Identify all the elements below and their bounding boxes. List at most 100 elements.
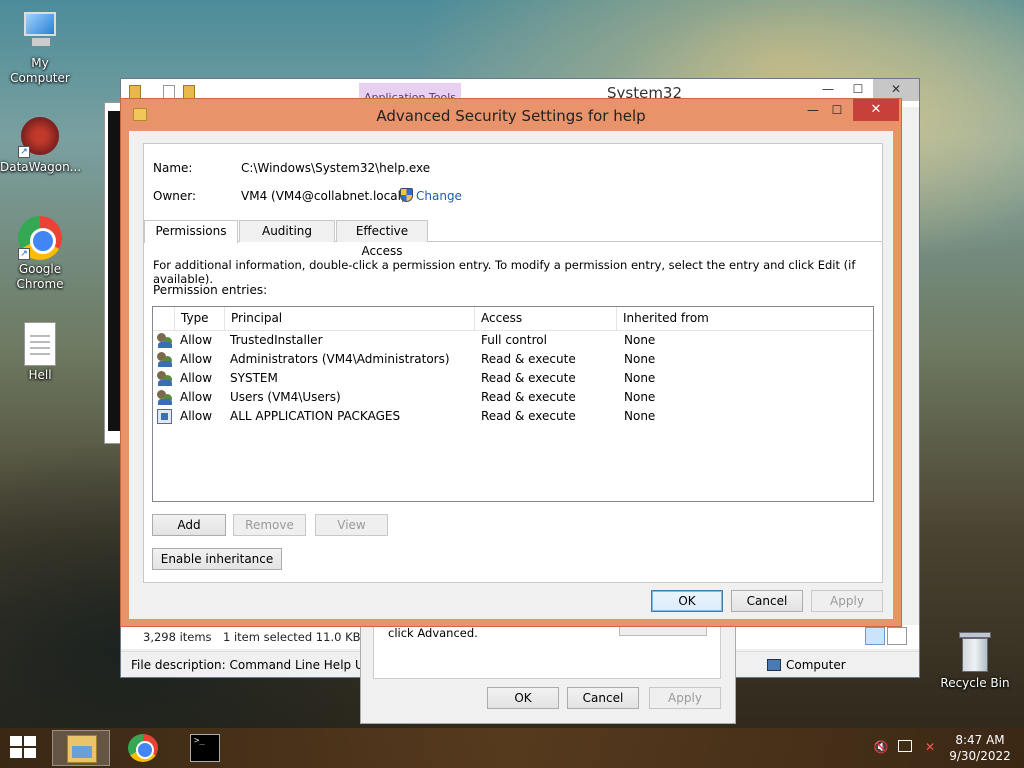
close-icon[interactable]: ✕ <box>853 99 899 121</box>
folder-icon <box>129 85 141 99</box>
large-icons-view-icon[interactable] <box>887 627 907 645</box>
entry-principal: Administrators (VM4\Administrators) <box>230 352 450 366</box>
tab-effective-access[interactable]: Effective Access <box>336 220 428 258</box>
entry-principal: SYSTEM <box>230 371 278 385</box>
name-value: C:\Windows\System32\help.exe <box>241 161 431 175</box>
permission-entry-row[interactable]: Allow SYSTEM Read & execute None <box>153 369 873 388</box>
owner-label: Owner: <box>153 189 197 203</box>
tab-auditing[interactable]: Auditing <box>239 220 335 242</box>
desktop-icon-hell[interactable]: Hell <box>0 322 80 383</box>
advanced-security-dialog[interactable]: Advanced Security Settings for help — ☐ … <box>120 98 902 627</box>
entry-inherited: None <box>624 390 656 404</box>
taskbar: 🔇 ✕ 8:47 AM 9/30/2022 <box>0 728 1024 768</box>
details-view-icon[interactable] <box>865 627 885 645</box>
properties-icon[interactable] <box>163 85 175 99</box>
shortcut-arrow-icon: ↗ <box>18 248 30 260</box>
desktop-icon-recycle-bin[interactable]: Recycle Bin <box>935 630 1015 691</box>
tab-bar: Permissions Auditing Effective Access <box>144 220 882 258</box>
desktop-icon-google-chrome[interactable]: ↗ Google Chrome <box>0 216 80 292</box>
user-group-icon <box>157 390 173 405</box>
enable-inheritance-button[interactable]: Enable inheritance <box>152 548 282 570</box>
column-header-principal[interactable]: Principal <box>225 307 475 331</box>
taskbar-command-prompt[interactable] <box>176 730 234 766</box>
folder-icon <box>67 735 97 763</box>
entry-inherited: None <box>624 333 656 347</box>
entry-principal: Users (VM4\Users) <box>230 390 341 404</box>
entry-access: Read & execute <box>481 409 576 423</box>
view-button[interactable]: View <box>315 514 388 536</box>
permission-entry-row[interactable]: Allow Users (VM4\Users) Read & execute N… <box>153 388 873 407</box>
desktop-icon-label: My Computer <box>10 56 70 85</box>
maximize-icon[interactable]: ☐ <box>825 99 849 121</box>
datawagon-icon: ↗ <box>18 114 62 158</box>
user-group-icon <box>157 371 173 386</box>
cancel-button[interactable]: Cancel <box>567 687 639 709</box>
apply-button[interactable]: Apply <box>811 590 883 612</box>
entry-type: Allow <box>180 409 213 423</box>
desktop-icon-datawagon[interactable]: ↗ DataWagon... <box>0 114 82 175</box>
properties-hint: click Advanced. <box>388 626 478 640</box>
desktop-icon-label: Hell <box>28 368 52 382</box>
shortcut-arrow-icon: ↗ <box>18 146 30 158</box>
column-header-type[interactable]: Type <box>175 307 225 331</box>
dialog-body: Name: C:\Windows\System32\help.exe Owner… <box>129 131 893 619</box>
ok-button[interactable]: OK <box>487 687 559 709</box>
permissions-panel: Name: C:\Windows\System32\help.exe Owner… <box>143 143 883 583</box>
taskbar-file-explorer[interactable] <box>52 730 110 766</box>
add-button[interactable]: Add <box>152 514 226 536</box>
entry-type: Allow <box>180 352 213 366</box>
entry-access: Read & execute <box>481 390 576 404</box>
dialog-titlebar[interactable]: Advanced Security Settings for help — ☐ … <box>121 99 901 131</box>
user-group-icon <box>157 333 173 348</box>
permission-entry-row[interactable]: Allow ALL APPLICATION PACKAGES Read & ex… <box>153 407 873 426</box>
clock-date: 9/30/2022 <box>949 749 1011 763</box>
entry-type: Allow <box>180 390 213 404</box>
chrome-icon <box>128 734 158 762</box>
system-clock[interactable]: 8:47 AM 9/30/2022 <box>940 732 1020 764</box>
entry-access: Read & execute <box>481 352 576 366</box>
desktop-icon-label: Recycle Bin <box>940 676 1010 690</box>
location-label: Computer <box>786 658 846 672</box>
column-header-access[interactable]: Access <box>475 307 617 331</box>
permission-entry-row[interactable]: Allow TrustedInstaller Full control None <box>153 331 873 350</box>
entry-access: Read & execute <box>481 371 576 385</box>
column-header-inherited[interactable]: Inherited from <box>617 307 873 331</box>
permission-entries-list[interactable]: Type Principal Access Inherited from All… <box>152 306 874 502</box>
list-header: Type Principal Access Inherited from <box>153 307 873 331</box>
properties-dialog[interactable]: click Advanced. OK Cancel Apply <box>360 610 736 724</box>
uac-shield-icon <box>400 188 413 202</box>
network-icon[interactable] <box>898 740 912 752</box>
clock-time: 8:47 AM <box>955 733 1005 747</box>
tab-permissions[interactable]: Permissions <box>144 220 238 243</box>
taskbar-chrome[interactable] <box>114 730 172 766</box>
cancel-button[interactable]: Cancel <box>731 590 803 612</box>
apply-button[interactable]: Apply <box>649 687 721 709</box>
action-center-icon[interactable]: ✕ <box>922 740 938 754</box>
entry-access: Full control <box>481 333 547 347</box>
entry-principal: ALL APPLICATION PACKAGES <box>230 409 401 423</box>
remove-button[interactable]: Remove <box>233 514 306 536</box>
windows-start-icon[interactable] <box>10 736 38 760</box>
ok-button[interactable]: OK <box>651 590 723 612</box>
chrome-icon: ↗ <box>18 216 62 260</box>
text-file-icon <box>24 322 56 366</box>
entry-inherited: None <box>624 352 656 366</box>
entry-principal: TrustedInstaller <box>230 333 323 347</box>
new-folder-icon[interactable] <box>183 85 195 99</box>
file-description: File description: Command Line Help Util… <box>131 658 391 672</box>
cmd-icon <box>190 734 220 762</box>
desktop-icon-label: Google Chrome <box>16 262 64 291</box>
permission-entry-row[interactable]: Allow Administrators (VM4\Administrators… <box>153 350 873 369</box>
column-header-icon <box>153 307 175 331</box>
minimize-icon[interactable]: — <box>801 99 825 121</box>
computer-icon <box>767 659 781 671</box>
desktop-icon-my-computer[interactable]: My Computer <box>0 10 80 86</box>
owner-value: VM4 (VM4@collabnet.local) <box>241 189 406 203</box>
selection-info: 1 item selected 11.0 KB <box>223 630 361 644</box>
speaker-muted-icon[interactable]: 🔇 <box>873 740 889 754</box>
desktop-icon-label: DataWagon... <box>0 160 82 174</box>
name-label: Name: <box>153 161 193 175</box>
computer-icon <box>18 10 62 54</box>
user-group-icon <box>157 352 173 367</box>
change-owner-link[interactable]: Change <box>416 189 462 203</box>
